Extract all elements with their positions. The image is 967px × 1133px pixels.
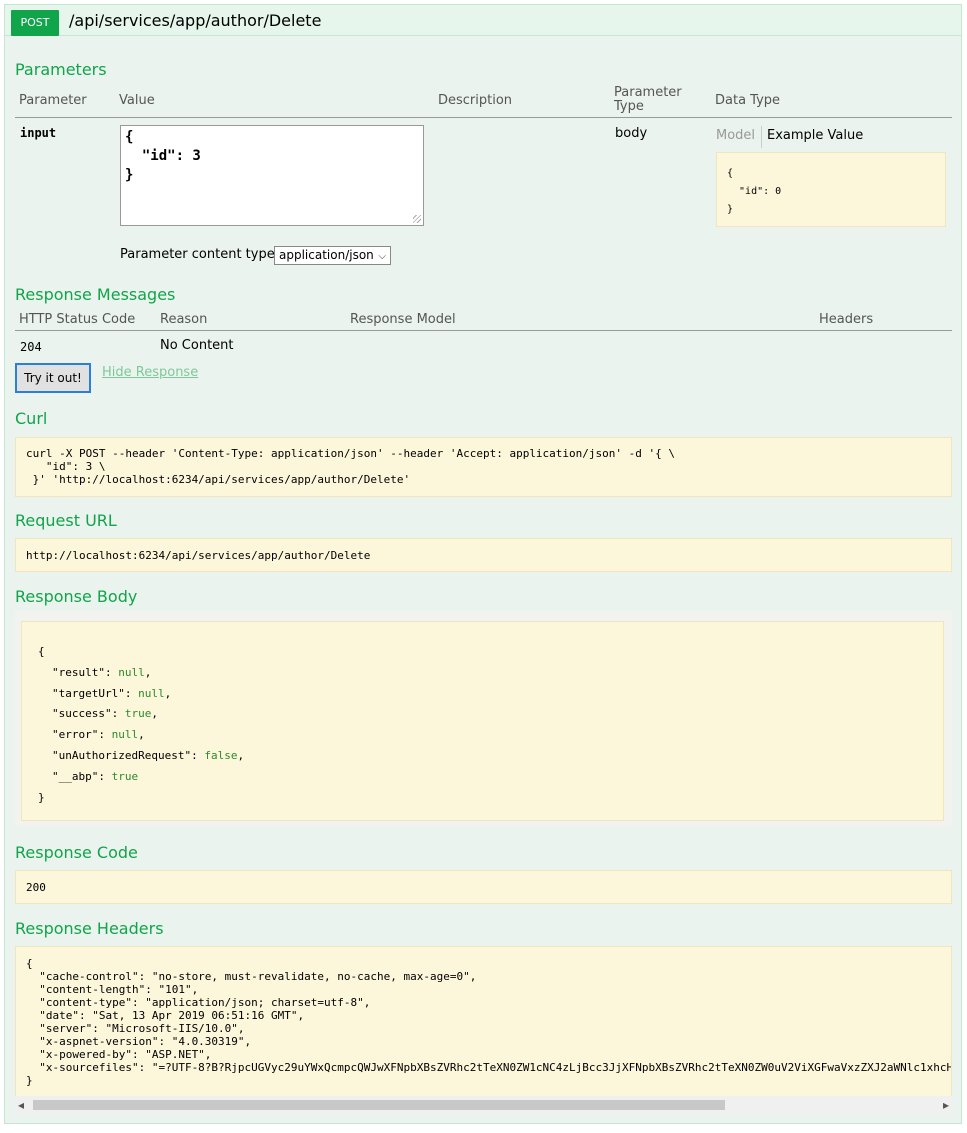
col-description: Description <box>438 93 513 108</box>
messages-header-divider <box>15 330 952 331</box>
try-it-out-button[interactable]: Try it out! <box>15 363 91 393</box>
json-key: "__abp" <box>52 769 99 783</box>
model-tab[interactable]: Model <box>716 128 755 143</box>
json-key: "error" <box>52 728 99 742</box>
param-value-text: { "id": 3 } <box>125 129 201 183</box>
json-field: "__abp": true <box>52 769 139 783</box>
json-key: "unAuthorizedRequest" <box>52 748 192 762</box>
curl-title: Curl <box>15 409 48 428</box>
response-messages-title: Response Messages <box>15 285 176 304</box>
scrollbar-thumb[interactable] <box>33 1100 725 1110</box>
status-code-204: 204 <box>20 340 42 354</box>
col-parameter-type: Parameter Type <box>614 85 682 114</box>
response-headers-title: Response Headers <box>15 919 164 938</box>
params-header-divider <box>15 117 952 118</box>
json-open-brace: { <box>38 645 45 658</box>
json-value: false <box>204 748 238 762</box>
response-code-value: 200 <box>26 881 46 894</box>
parameters-title: Parameters <box>15 60 107 79</box>
scroll-right-icon[interactable]: ▸ <box>943 1097 949 1113</box>
col-data-type: Data Type <box>715 93 781 108</box>
example-value-tab[interactable]: Example Value <box>767 128 863 143</box>
json-comma: , <box>151 707 158 721</box>
tab-divider <box>761 126 762 148</box>
json-field: "error": null, <box>52 728 145 742</box>
endpoint-path[interactable]: /api/services/app/author/Delete <box>69 10 321 32</box>
json-comma: , <box>138 728 145 742</box>
json-comma: , <box>237 748 245 762</box>
json-value: null <box>111 728 139 742</box>
curl-box[interactable]: curl -X POST --header 'Content-Type: app… <box>15 437 952 497</box>
request-url-title: Request URL <box>15 511 117 530</box>
response-body-box[interactable]: { "result": null, "targetUrl": null, "su… <box>21 621 944 821</box>
example-value-json: { "id": 0 } <box>727 168 782 215</box>
scroll-left-icon[interactable]: ◂ <box>18 1097 24 1113</box>
response-code-box[interactable]: 200 <box>15 870 952 904</box>
json-value: true <box>124 707 152 721</box>
json-field: "unAuthorizedRequest": false, <box>52 748 245 762</box>
json-comma: , <box>144 665 152 679</box>
status-reason: No Content <box>160 338 234 353</box>
resize-grip-icon[interactable] <box>413 215 421 223</box>
response-headers-text: { "cache-control": "no-store, must-reval… <box>26 957 951 1087</box>
operation-panel: POST /api/services/app/author/Delete Par… <box>4 4 962 1124</box>
col-headers: Headers <box>819 312 874 327</box>
response-body-title: Response Body <box>15 587 138 606</box>
json-value: null <box>138 686 165 700</box>
operation-header[interactable]: POST /api/services/app/author/Delete <box>5 5 961 36</box>
col-status-code: HTTP Status Code <box>19 312 136 327</box>
response-headers-box[interactable]: { "cache-control": "no-store, must-reval… <box>15 946 952 1114</box>
json-key: "success" <box>52 707 112 721</box>
hide-response-link[interactable]: Hide Response <box>102 365 198 380</box>
param-value-textarea[interactable]: { "id": 3 } <box>120 125 424 226</box>
horizontal-scrollbar[interactable]: ◂ ▸ <box>15 1096 952 1114</box>
param-name: input <box>20 126 57 140</box>
curl-command: curl -X POST --header 'Content-Type: app… <box>26 447 676 486</box>
request-url-text: http://localhost:6234/api/services/app/a… <box>26 549 371 562</box>
col-reason: Reason <box>160 312 208 327</box>
content-type-value: application/json <box>279 248 374 262</box>
json-key: "targetUrl" <box>52 686 125 700</box>
http-method-badge: POST <box>11 10 59 36</box>
content-type-select[interactable]: application/json ⌵ <box>274 246 391 265</box>
json-field: "targetUrl": null, <box>52 686 172 700</box>
param-type: body <box>615 126 648 141</box>
request-url-box[interactable]: http://localhost:6234/api/services/app/a… <box>15 538 952 572</box>
json-comma: , <box>164 686 172 700</box>
json-close-brace: } <box>38 790 45 804</box>
col-response-model: Response Model <box>350 312 456 327</box>
json-value: true <box>111 769 139 783</box>
json-field: "result": null, <box>52 665 152 679</box>
content-type-label: Parameter content type: <box>120 247 280 262</box>
col-value: Value <box>119 93 155 108</box>
json-value: null <box>118 665 145 679</box>
json-key: "result" <box>52 665 105 679</box>
response-code-title: Response Code <box>15 843 138 862</box>
col-parameter: Parameter <box>19 93 87 108</box>
chevron-down-icon: ⌵ <box>378 251 386 262</box>
example-value-box[interactable]: { "id": 0 } <box>716 152 946 227</box>
json-field: "success": true, <box>52 707 158 721</box>
